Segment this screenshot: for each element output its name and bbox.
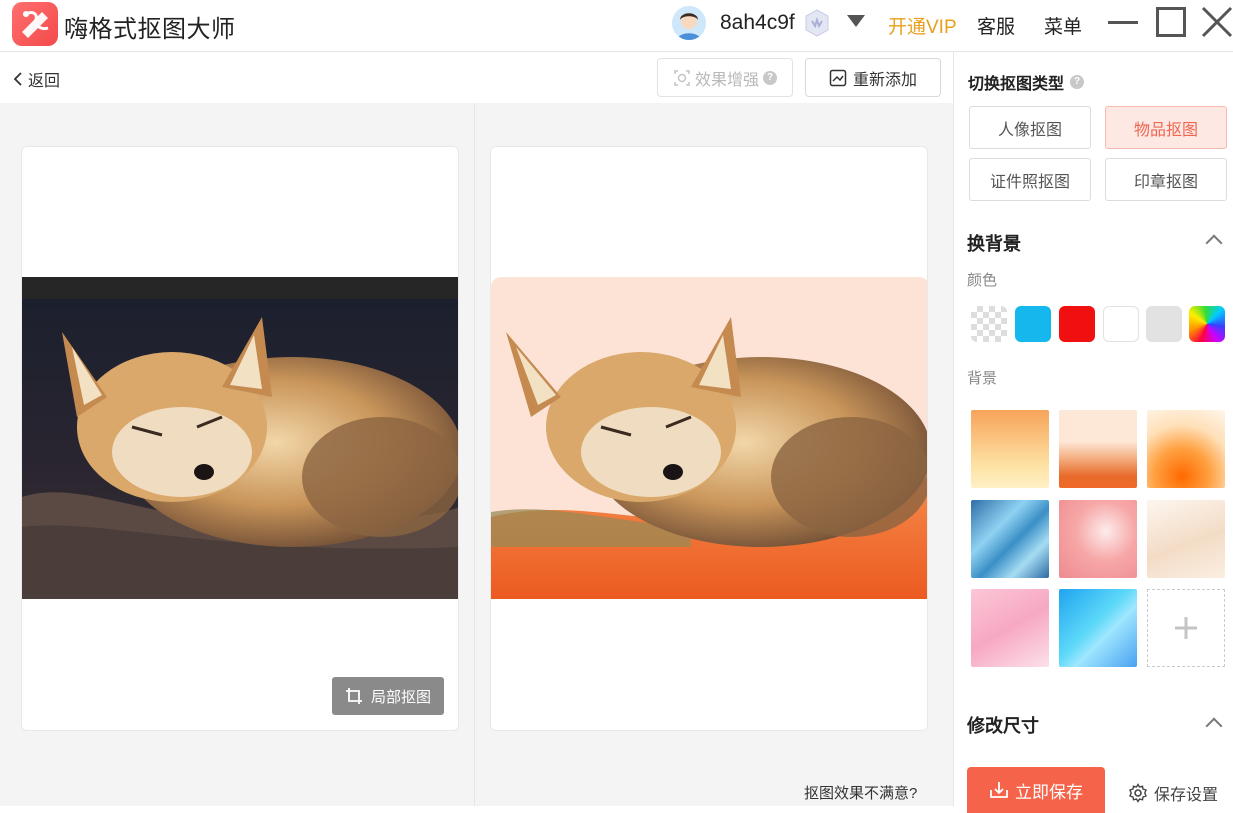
title-bar: 嗨格式抠图大师 8ah4c9f 开通VIP 客服 菜单: [0, 0, 1233, 52]
maximize-icon[interactable]: [1156, 7, 1186, 37]
background-thumbnail[interactable]: [1059, 410, 1137, 488]
background-thumbnail[interactable]: [1147, 410, 1225, 488]
color-swatch-red[interactable]: [1059, 306, 1095, 342]
type-seal-button[interactable]: 印章抠图: [1105, 158, 1227, 201]
vip-button[interactable]: 开通VIP: [888, 12, 957, 39]
background-thumbnail[interactable]: [971, 500, 1049, 578]
color-swatch-custom[interactable]: [1189, 306, 1225, 342]
result-photo: [491, 277, 927, 599]
result-image-card: [490, 146, 928, 731]
divider: [474, 103, 475, 806]
minimize-icon[interactable]: [1108, 21, 1138, 24]
enhance-label: 效果增强: [694, 71, 759, 89]
back-label: 返回: [28, 73, 61, 90]
enhance-icon: [674, 69, 690, 86]
username[interactable]: 8ah4c9f: [720, 11, 795, 35]
type-object-button[interactable]: 物品抠图: [1105, 106, 1227, 149]
app-logo-icon: [12, 2, 58, 46]
chevron-down-icon[interactable]: [847, 15, 865, 27]
readd-button[interactable]: 重新添加: [805, 58, 941, 97]
chevron-left-icon: [13, 72, 22, 86]
back-button[interactable]: 返回: [12, 67, 60, 91]
menu-button[interactable]: 菜单: [1044, 12, 1082, 39]
background-label: 背景: [967, 370, 998, 387]
color-label: 颜色: [967, 272, 998, 289]
color-swatch-blue[interactable]: [1015, 306, 1051, 342]
change-background-title: 换背景: [967, 234, 1021, 254]
plus-icon: [1175, 617, 1197, 639]
app-title: 嗨格式抠图大师: [64, 16, 236, 43]
local-cut-button[interactable]: 局部抠图: [332, 677, 444, 715]
cutout-type-title: 切换抠图类型 ?: [968, 70, 1085, 94]
avatar[interactable]: [672, 6, 706, 40]
background-thumbnail[interactable]: [1059, 500, 1137, 578]
local-cut-label: 局部抠图: [370, 688, 431, 706]
background-thumbnail[interactable]: [971, 589, 1049, 667]
background-thumbnail[interactable]: [1147, 500, 1225, 578]
background-thumbnail[interactable]: [1059, 589, 1137, 667]
save-label: 立即保存: [1015, 782, 1083, 802]
readd-label: 重新添加: [852, 71, 917, 89]
help-icon[interactable]: ?: [763, 70, 777, 85]
color-swatch-white[interactable]: [1103, 306, 1139, 342]
help-icon[interactable]: ?: [1070, 75, 1085, 89]
background-thumbnail[interactable]: [971, 410, 1049, 488]
type-portrait-button[interactable]: 人像抠图: [969, 106, 1091, 149]
save-settings-label: 保存设置: [1154, 787, 1219, 804]
enhance-button[interactable]: 效果增强 ?: [657, 58, 793, 97]
gear-icon: [1129, 783, 1147, 803]
save-settings-button[interactable]: 保存设置: [1128, 781, 1218, 805]
vip-badge-icon: [803, 9, 831, 37]
color-swatch-transparent[interactable]: [971, 306, 1007, 342]
add-background-button[interactable]: [1147, 589, 1225, 667]
image-icon: [829, 69, 847, 86]
unsatisfied-link[interactable]: 抠图效果不满意?: [804, 782, 917, 803]
resize-title: 修改尺寸: [967, 716, 1039, 736]
type-id-photo-button[interactable]: 证件照抠图: [969, 158, 1091, 201]
crop-icon: [345, 688, 362, 704]
cutout-type-label: 切换抠图类型: [968, 76, 1065, 93]
close-icon[interactable]: [1200, 5, 1233, 39]
original-photo: [22, 277, 458, 599]
download-icon: [990, 782, 1008, 798]
original-image-card: 局部抠图: [21, 146, 459, 731]
save-button[interactable]: 立即保存: [967, 767, 1105, 813]
color-swatch-gray[interactable]: [1146, 306, 1182, 342]
customer-service-button[interactable]: 客服: [977, 12, 1015, 39]
